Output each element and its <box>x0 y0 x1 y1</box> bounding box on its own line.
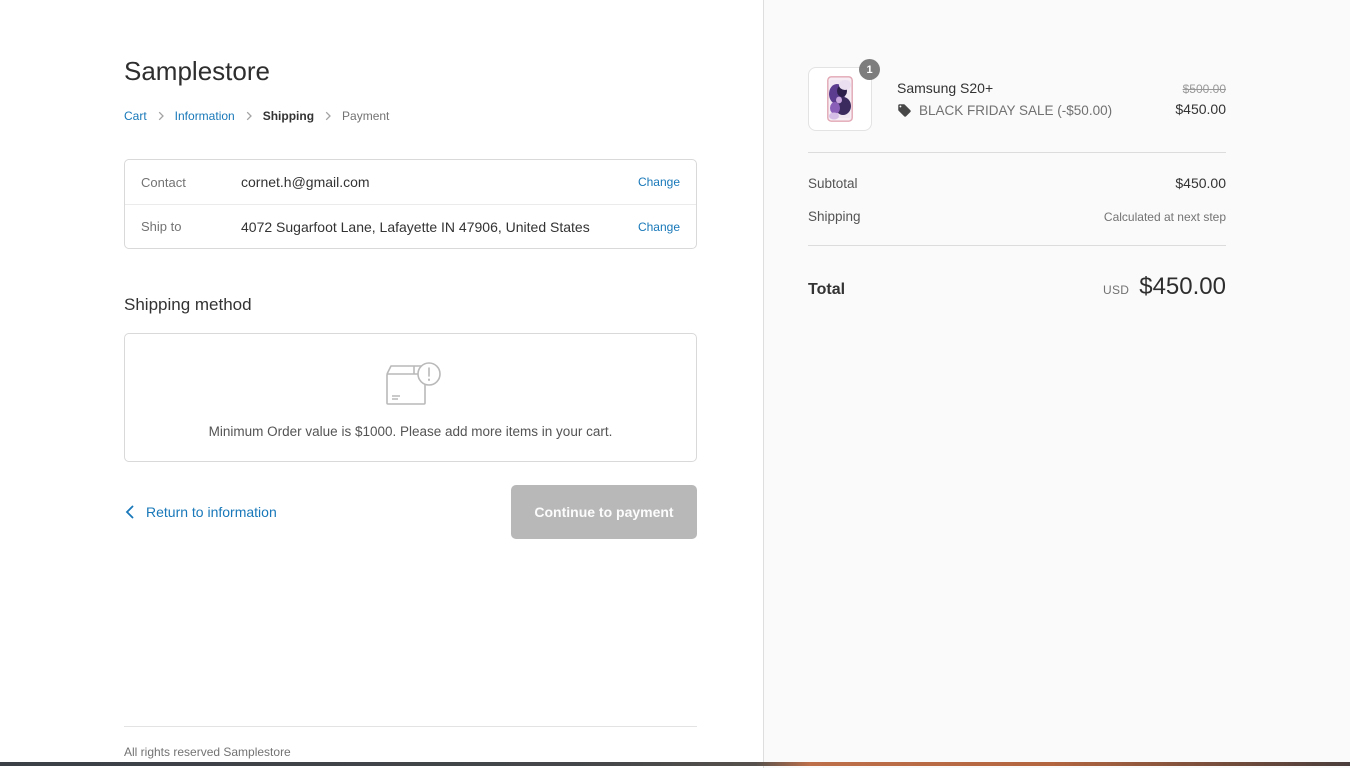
shipping-method-empty-box: Minimum Order value is $1000. Please add… <box>124 333 697 462</box>
breadcrumb-payment: Payment <box>342 109 390 123</box>
chevron-right-icon <box>156 111 166 121</box>
page-footer: All rights reserved Samplestore <box>124 726 697 759</box>
change-ship-to-link[interactable]: Change <box>638 220 680 234</box>
product-image-phone <box>827 76 853 122</box>
breadcrumb: Cart Information Shipping Payment <box>124 109 697 123</box>
continue-to-payment-button[interactable]: Continue to payment <box>511 485 697 539</box>
total-value: $450.00 <box>1139 273 1226 300</box>
package-alert-icon <box>378 360 444 412</box>
contact-row: Contact cornet.h@gmail.com Change <box>125 160 696 204</box>
ship-to-value: 4072 Sugarfoot Lane, Lafayette IN 47906,… <box>241 218 590 235</box>
return-to-information-link[interactable]: Return to information <box>124 504 277 520</box>
return-link-label: Return to information <box>146 504 277 520</box>
currency-code: USD <box>1102 283 1130 297</box>
subtotal-value: $450.00 <box>1175 175 1226 191</box>
shipping-label: Shipping <box>808 209 861 224</box>
chevron-left-icon <box>124 505 136 519</box>
contact-value: cornet.h@gmail.com <box>241 174 370 190</box>
actions-row: Return to information Continue to paymen… <box>124 485 697 539</box>
bottom-accent-strip <box>0 762 1350 766</box>
original-price: $500.00 <box>1182 81 1226 96</box>
store-title: Samplestore <box>124 56 270 86</box>
minimum-order-message: Minimum Order value is $1000. Please add… <box>208 424 613 439</box>
review-card: Contact cornet.h@gmail.com Change Ship t… <box>124 159 697 249</box>
breadcrumb-cart[interactable]: Cart <box>124 109 147 123</box>
subtotal-label: Subtotal <box>808 175 858 191</box>
summary-divider <box>808 245 1226 246</box>
chevron-right-icon <box>244 111 254 121</box>
contact-label: Contact <box>141 174 186 190</box>
chevron-right-icon <box>323 111 333 121</box>
subtotal-row: Subtotal $450.00 <box>808 175 1226 191</box>
ship-to-row: Ship to 4072 Sugarfoot Lane, Lafayette I… <box>125 204 696 248</box>
change-contact-link[interactable]: Change <box>638 175 680 189</box>
shipping-value: Calculated at next step <box>1103 209 1226 224</box>
order-summary-sidebar: 1 Samsung S20+ BLACK FRIDAY SALE (-$50.0… <box>763 0 1350 768</box>
cart-line-item: 1 Samsung S20+ BLACK FRIDAY SALE (-$50.0… <box>808 59 1226 131</box>
shipping-row: Shipping Calculated at next step <box>808 209 1226 224</box>
total-row: Total USD $450.00 <box>808 273 1226 301</box>
tag-icon <box>897 103 912 118</box>
discounted-price: $450.00 <box>1175 100 1226 117</box>
checkout-main: Samplestore Cart Information Shipping Pa… <box>0 0 763 768</box>
total-label: Total <box>808 281 846 298</box>
shipping-method-heading: Shipping method <box>124 295 252 314</box>
ship-to-label: Ship to <box>141 219 182 234</box>
breadcrumb-shipping-current: Shipping <box>262 109 315 123</box>
product-thumbnail: 1 <box>808 59 880 131</box>
discount-label: BLACK FRIDAY SALE (-$50.00) <box>919 103 1113 118</box>
totals-section: Subtotal $450.00 Shipping Calculated at … <box>808 175 1226 224</box>
summary-divider <box>808 152 1226 153</box>
product-name: Samsung S20+ <box>897 80 994 96</box>
quantity-badge: 1 <box>859 59 880 80</box>
discount-line: BLACK FRIDAY SALE (-$50.00) <box>897 103 1175 118</box>
footer-text: All rights reserved Samplestore <box>124 745 291 759</box>
checkout-page: Samplestore Cart Information Shipping Pa… <box>0 0 1350 768</box>
breadcrumb-information[interactable]: Information <box>175 109 235 123</box>
